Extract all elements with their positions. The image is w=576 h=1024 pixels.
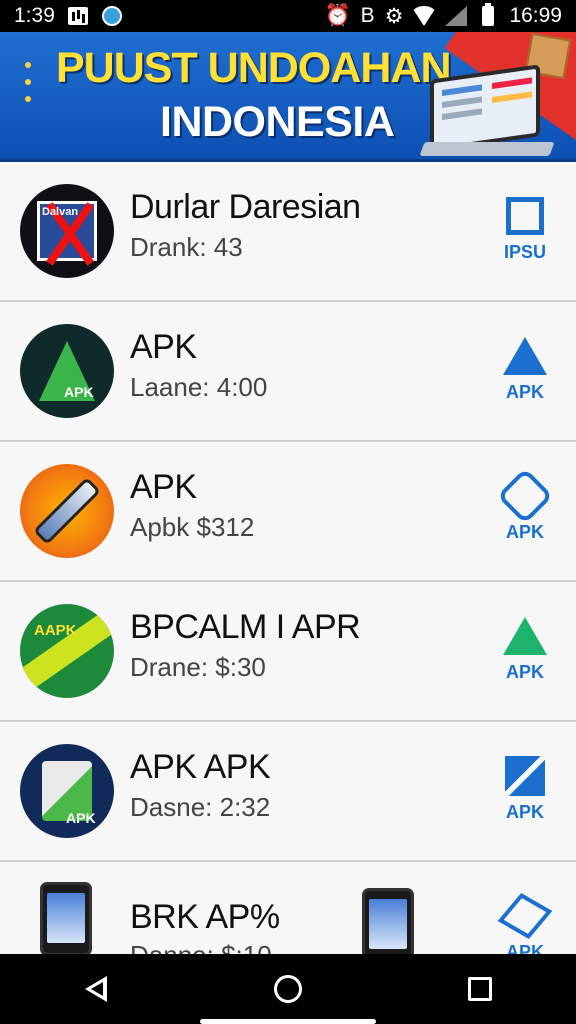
download-badge[interactable]: APK bbox=[497, 892, 553, 954]
app-title: APK bbox=[130, 468, 197, 506]
app-root: 1:39 ⏰ B ⚙ 16:99 PUUST UNDOAHAN INDONESI… bbox=[0, 0, 576, 1024]
crossed-card-icon: Dalvan bbox=[20, 184, 114, 278]
back-icon bbox=[85, 976, 107, 1002]
app-subtitle: Dasne: 2:32 bbox=[130, 792, 271, 822]
badge-label: APK bbox=[505, 382, 544, 402]
list-item[interactable]: APK APK APK Dasne: 2:32 APK bbox=[0, 722, 576, 862]
status-right: ⏰ B ⚙ 16:99 bbox=[324, 3, 562, 29]
menu-icon[interactable] bbox=[20, 62, 36, 102]
home-button[interactable] bbox=[258, 959, 318, 1019]
box-glyph-icon bbox=[503, 194, 547, 238]
phone-icon bbox=[40, 882, 92, 954]
list-item[interactable]: AAPK BPCALM I APR Drane: $:30 APK bbox=[0, 582, 576, 722]
download-badge[interactable]: APK bbox=[500, 334, 550, 404]
app-title: Durlar Daresian bbox=[130, 188, 361, 226]
banner-title-line1: PUUST UNDOAHAN bbox=[56, 44, 451, 92]
back-button[interactable] bbox=[66, 959, 126, 1019]
badge-label: APK bbox=[505, 662, 544, 682]
download-badge[interactable]: APK bbox=[496, 467, 554, 544]
badge-label: IPSU bbox=[503, 242, 546, 262]
icon-text: APK bbox=[64, 384, 94, 400]
phone-icon bbox=[362, 888, 414, 954]
laptop-icon bbox=[430, 64, 540, 152]
badge-label: APK bbox=[505, 522, 544, 542]
battery-icon bbox=[477, 3, 499, 27]
list-item[interactable]: BRK AP% Danne: $:10 APK bbox=[0, 862, 576, 954]
nav-bar bbox=[0, 954, 576, 1024]
chart-icon bbox=[67, 5, 89, 27]
app-title: APK bbox=[130, 328, 197, 366]
badge-label: APK bbox=[505, 802, 544, 822]
app-title: APK APK bbox=[130, 748, 271, 786]
app-subtitle: Danne: $:10 bbox=[130, 940, 272, 954]
app-subtitle: Laane: 4:00 bbox=[130, 372, 268, 402]
app-subtitle: Drane: $:30 bbox=[130, 652, 266, 682]
badge-label: APK bbox=[505, 942, 544, 954]
wifi-icon bbox=[411, 5, 438, 27]
green-triangle-glyph-icon bbox=[503, 614, 547, 658]
alarm-icon: ⏰ bbox=[324, 4, 351, 27]
status-bar: 1:39 ⏰ B ⚙ 16:99 bbox=[0, 0, 576, 32]
list-item[interactable]: Dalvan Durlar Daresian Drank: 43 IPSU bbox=[0, 162, 576, 302]
home-icon bbox=[274, 975, 302, 1003]
app-notification-icon bbox=[101, 5, 123, 27]
laptop-base bbox=[419, 142, 555, 156]
cube-glyph-icon bbox=[497, 892, 553, 940]
icon-text: APK bbox=[66, 810, 96, 826]
app-title: BRK AP% bbox=[130, 898, 280, 936]
green-a-icon: APK bbox=[20, 324, 114, 418]
hexagon-glyph-icon bbox=[496, 467, 554, 525]
triangle-glyph-icon bbox=[503, 334, 547, 378]
recents-icon bbox=[468, 977, 492, 1001]
app-subtitle: Apbk $312 bbox=[130, 512, 255, 542]
icon-text: AAPK bbox=[34, 622, 77, 639]
list-item[interactable]: APK APK Laane: 4:00 APK bbox=[0, 302, 576, 442]
settings-icon: ⚙ bbox=[384, 4, 404, 28]
status-clock: 16:99 bbox=[509, 4, 562, 27]
download-badge[interactable]: APK bbox=[500, 754, 550, 824]
home-indicator bbox=[200, 1019, 376, 1024]
status-left: 1:39 bbox=[14, 4, 123, 28]
app-subtitle: Drank: 43 bbox=[130, 232, 243, 262]
icon-text: Dalvan bbox=[42, 206, 79, 218]
signal-icon bbox=[445, 5, 468, 27]
app-title: BPCALM I APR bbox=[130, 608, 361, 646]
zebra-icon: APK bbox=[20, 744, 114, 838]
recents-button[interactable] bbox=[450, 959, 510, 1019]
bolt-glyph-icon bbox=[503, 754, 547, 798]
status-letter: B bbox=[360, 4, 375, 27]
status-time: 1:39 bbox=[14, 4, 55, 27]
app-list: Dalvan Durlar Daresian Drank: 43 IPSU AP… bbox=[0, 162, 576, 954]
banner-title-line2: INDONESIA bbox=[160, 98, 395, 146]
download-badge[interactable]: APK bbox=[500, 614, 550, 684]
header-banner: PUUST UNDOAHAN INDONESIA bbox=[0, 32, 576, 162]
download-badge[interactable]: IPSU bbox=[500, 194, 550, 264]
list-item[interactable]: APK Apbk $312 APK bbox=[0, 442, 576, 582]
aapk-icon: AAPK bbox=[20, 604, 114, 698]
pen-icon bbox=[20, 464, 114, 558]
